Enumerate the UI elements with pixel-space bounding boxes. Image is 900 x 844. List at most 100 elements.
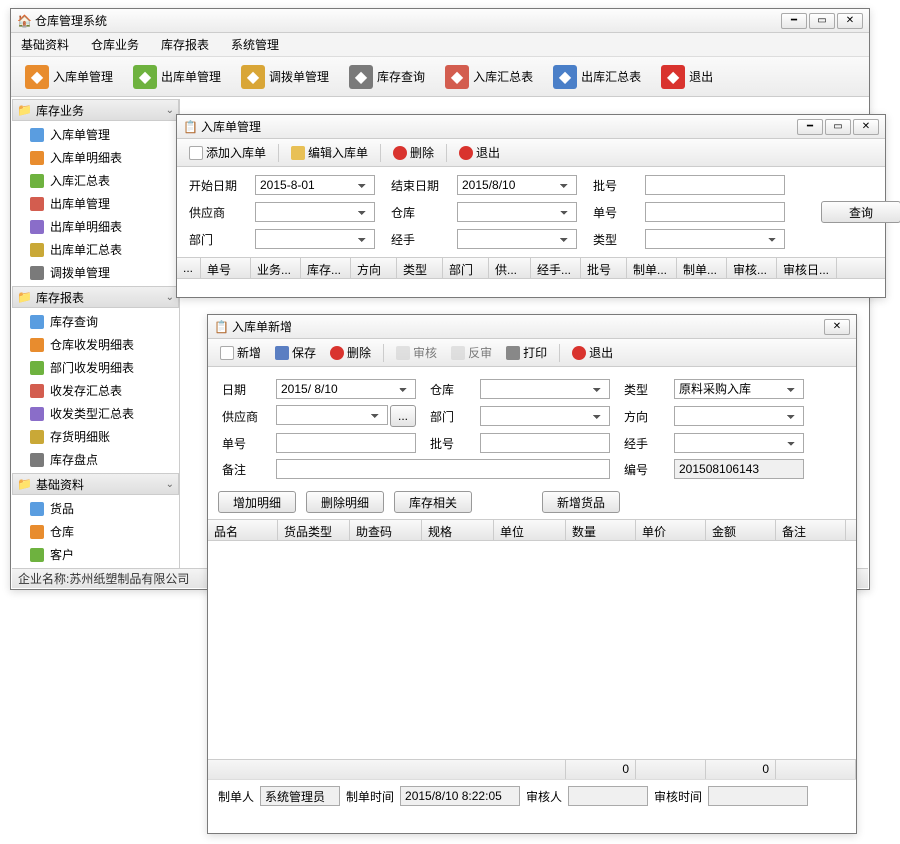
col-header[interactable]: ... bbox=[177, 258, 201, 278]
panel-header[interactable]: 📁库存业务⌄ bbox=[12, 99, 179, 121]
sidebar-item[interactable]: 入库汇总表 bbox=[12, 169, 179, 192]
supplier-select[interactable] bbox=[255, 202, 375, 222]
dept-select[interactable] bbox=[255, 229, 375, 249]
menu-warehouse[interactable]: 仓库业务 bbox=[87, 34, 143, 55]
toolbar-5[interactable]: ◆出库汇总表 bbox=[545, 61, 649, 93]
query-button[interactable]: 查询 bbox=[821, 201, 900, 223]
save-button[interactable]: 保存 bbox=[269, 342, 322, 363]
batch-input[interactable] bbox=[645, 175, 785, 195]
col-header[interactable]: 库存... bbox=[301, 258, 351, 278]
handler-select[interactable] bbox=[457, 229, 577, 249]
sidebar-item[interactable]: 调拨单管理 bbox=[12, 261, 179, 284]
menu-system[interactable]: 系统管理 bbox=[227, 34, 283, 55]
delete-button[interactable]: 删除 bbox=[324, 342, 377, 363]
panel-header[interactable]: 📁基础资料⌄ bbox=[12, 473, 179, 495]
win2-maximize[interactable]: ▭ bbox=[825, 119, 851, 135]
sidebar-item[interactable]: 货品 bbox=[12, 497, 179, 520]
exit-button[interactable]: 退出 bbox=[453, 142, 506, 163]
exit-button[interactable]: 退出 bbox=[566, 342, 619, 363]
dept-select[interactable] bbox=[480, 406, 610, 426]
col-header[interactable]: 规格 bbox=[422, 520, 494, 540]
panel-header[interactable]: 📁库存报表⌄ bbox=[12, 286, 179, 308]
delete-button[interactable]: 删除 bbox=[387, 142, 440, 163]
maximize-button[interactable]: ▭ bbox=[809, 13, 835, 29]
warehouse-select[interactable] bbox=[480, 379, 610, 399]
minimize-button[interactable]: ━ bbox=[781, 13, 807, 29]
col-header[interactable]: 业务... bbox=[251, 258, 301, 278]
sidebar-item[interactable]: 收发类型汇总表 bbox=[12, 402, 179, 425]
sidebar-item[interactable]: 入库单明细表 bbox=[12, 146, 179, 169]
new-product-button[interactable]: 新增货品 bbox=[542, 491, 620, 513]
toolbar-4[interactable]: ◆入库汇总表 bbox=[437, 61, 541, 93]
new-button[interactable]: 新增 bbox=[214, 342, 267, 363]
col-header[interactable]: 制单... bbox=[677, 258, 727, 278]
warehouse-select[interactable] bbox=[457, 202, 577, 222]
col-header[interactable]: 货品类型 bbox=[278, 520, 350, 540]
col-header[interactable]: 助查码 bbox=[350, 520, 422, 540]
direction-select[interactable] bbox=[674, 406, 804, 426]
col-header[interactable]: 单位 bbox=[494, 520, 566, 540]
toolbar-icon: ◆ bbox=[133, 65, 157, 89]
date-input[interactable]: 2015/ 8/10 bbox=[276, 379, 416, 399]
col-header[interactable]: 类型 bbox=[397, 258, 443, 278]
menu-basic[interactable]: 基础资料 bbox=[17, 34, 73, 55]
print-button[interactable]: 打印 bbox=[500, 342, 553, 363]
sidebar-item[interactable]: 收发存汇总表 bbox=[12, 379, 179, 402]
order-input[interactable] bbox=[645, 202, 785, 222]
sidebar-item[interactable]: 库存查询 bbox=[12, 310, 179, 333]
supplier-more-button[interactable]: ... bbox=[390, 405, 416, 427]
toolbar-2[interactable]: ◆调拨单管理 bbox=[233, 61, 337, 93]
toolbar-3[interactable]: ◆库存查询 bbox=[341, 61, 433, 93]
type-select[interactable]: 原料采购入库 bbox=[674, 379, 804, 399]
remark-input[interactable] bbox=[276, 459, 610, 479]
sidebar-item[interactable]: 出库单明细表 bbox=[12, 215, 179, 238]
win3-toolbar: 新增 保存 删除 审核 反审 打印 退出 bbox=[208, 339, 856, 367]
batch-input[interactable] bbox=[480, 433, 610, 453]
col-header[interactable]: 单价 bbox=[636, 520, 706, 540]
col-header[interactable]: 方向 bbox=[351, 258, 397, 278]
toolbar-1[interactable]: ◆出库单管理 bbox=[125, 61, 229, 93]
audit-button[interactable]: 审核 bbox=[390, 342, 443, 363]
sidebar-item[interactable]: 部门收发明细表 bbox=[12, 356, 179, 379]
menu-report[interactable]: 库存报表 bbox=[157, 34, 213, 55]
col-header[interactable]: 供... bbox=[489, 258, 531, 278]
del-detail-button[interactable]: 删除明细 bbox=[306, 491, 384, 513]
col-header[interactable]: 制单... bbox=[627, 258, 677, 278]
toolbar-6[interactable]: ◆退出 bbox=[653, 61, 721, 93]
add-inbound-button[interactable]: 添加入库单 bbox=[183, 142, 272, 163]
sidebar-item[interactable]: 出库单汇总表 bbox=[12, 238, 179, 261]
end-date-input[interactable]: 2015/8/10 bbox=[457, 175, 577, 195]
col-header[interactable]: 审核日... bbox=[777, 258, 837, 278]
sidebar-item[interactable]: 仓库收发明细表 bbox=[12, 333, 179, 356]
type-select[interactable] bbox=[645, 229, 785, 249]
sidebar-item[interactable]: 仓库 bbox=[12, 520, 179, 543]
add-detail-button[interactable]: 增加明细 bbox=[218, 491, 296, 513]
supplier-select[interactable] bbox=[276, 405, 388, 425]
win2-minimize[interactable]: ━ bbox=[797, 119, 823, 135]
col-header[interactable]: 金额 bbox=[706, 520, 776, 540]
start-date-input[interactable]: 2015-8-01 bbox=[255, 175, 375, 195]
col-header[interactable]: 数量 bbox=[566, 520, 636, 540]
win2-close[interactable]: ✕ bbox=[853, 119, 879, 135]
sidebar-item[interactable]: 入库单管理 bbox=[12, 123, 179, 146]
col-header[interactable]: 部门 bbox=[443, 258, 489, 278]
col-header[interactable]: 单号 bbox=[201, 258, 251, 278]
sidebar-item[interactable]: 存货明细账 bbox=[12, 425, 179, 448]
sidebar-item[interactable]: 出库单管理 bbox=[12, 192, 179, 215]
handler-select[interactable] bbox=[674, 433, 804, 453]
toolbar-0[interactable]: ◆入库单管理 bbox=[17, 61, 121, 93]
detail-grid[interactable] bbox=[208, 541, 856, 759]
col-header[interactable]: 批号 bbox=[581, 258, 627, 278]
col-header[interactable]: 经手... bbox=[531, 258, 581, 278]
stock-rel-button[interactable]: 库存相关 bbox=[394, 491, 472, 513]
col-header[interactable]: 审核... bbox=[727, 258, 777, 278]
close-button[interactable]: ✕ bbox=[837, 13, 863, 29]
col-header[interactable]: 品名 bbox=[208, 520, 278, 540]
sidebar-item[interactable]: 客户 bbox=[12, 543, 179, 566]
edit-inbound-button[interactable]: 编辑入库单 bbox=[285, 142, 374, 163]
win3-close[interactable]: ✕ bbox=[824, 319, 850, 335]
order-input[interactable] bbox=[276, 433, 416, 453]
col-header[interactable]: 备注 bbox=[776, 520, 846, 540]
sidebar-item[interactable]: 库存盘点 bbox=[12, 448, 179, 471]
unaudit-button[interactable]: 反审 bbox=[445, 342, 498, 363]
